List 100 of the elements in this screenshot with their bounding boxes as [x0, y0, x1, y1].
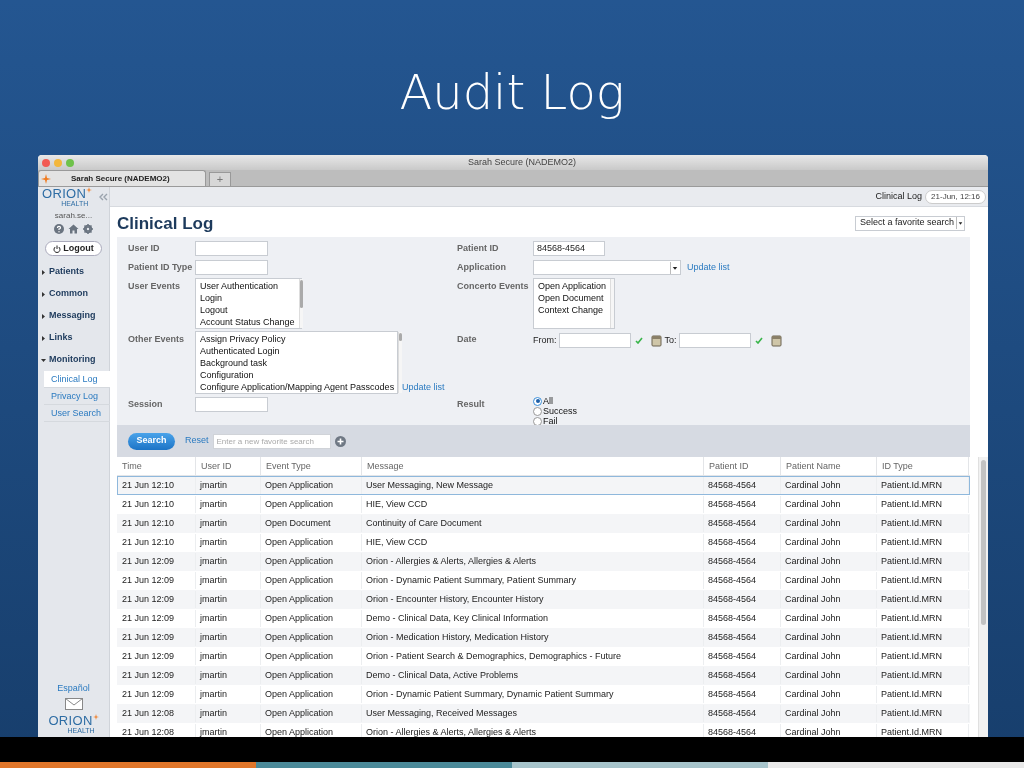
minimize-icon[interactable]	[54, 158, 62, 167]
radio-button[interactable]	[533, 406, 542, 416]
table-cell: Cardinal John	[781, 648, 877, 665]
text-field[interactable]	[195, 397, 268, 412]
table-cell: Cardinal John	[781, 496, 877, 513]
text-field[interactable]	[195, 241, 268, 256]
table-cell: 84568-4564	[704, 610, 781, 627]
list-option[interactable]: Authenticated Login	[200, 345, 395, 357]
list-option[interactable]: Configuration	[200, 369, 395, 381]
close-icon[interactable]	[42, 158, 50, 167]
scrollbar[interactable]	[398, 332, 403, 393]
list-option[interactable]: Configure Application/Mapping Agent Passcodes	[200, 381, 395, 393]
radio-button[interactable]	[533, 396, 542, 406]
table-cell: 21 Jun 12:09	[118, 572, 196, 589]
calendar-icon[interactable]	[770, 334, 782, 347]
table-row[interactable]: 21 Jun 12:10 jmartin Open Application User Messaging, New Message 84568-4564 Cardinal John Patient.Id.MRN	[117, 476, 970, 495]
nav-section[interactable]: Patients	[38, 261, 109, 283]
calendar-icon[interactable]	[650, 334, 662, 347]
event-listbox[interactable]: Open Application Open Document Context Change	[533, 278, 615, 329]
list-option[interactable]: Account Status Change	[200, 316, 295, 328]
zoom-icon[interactable]	[66, 158, 74, 167]
list-option[interactable]: Logout	[200, 304, 295, 316]
check-icon	[634, 337, 643, 344]
table-cell: jmartin	[196, 629, 261, 646]
table-cell: HIE, View CCD	[362, 496, 704, 513]
help-icon[interactable]	[54, 224, 64, 234]
field-label: Session	[128, 398, 164, 411]
language-link[interactable]: Español	[38, 681, 109, 695]
column-header[interactable]: Patient ID	[704, 457, 781, 475]
column-header[interactable]: Time	[117, 457, 196, 475]
scrollbar[interactable]	[610, 279, 615, 328]
nav-section[interactable]: Links	[38, 327, 109, 349]
table-cell: jmartin	[196, 553, 261, 570]
nav-section[interactable]: Monitoring	[38, 349, 109, 371]
field-label: User ID	[128, 242, 161, 255]
scrollbar[interactable]	[298, 279, 303, 328]
radio-label: Fail	[543, 416, 558, 426]
field-label: Patient ID	[457, 242, 500, 255]
power-icon	[53, 244, 62, 253]
event-listbox[interactable]: User Authentication Login Logout Account Status Change	[195, 278, 302, 329]
table-cell: Demo - Clinical Data, Key Clinical Information	[362, 610, 704, 627]
home-icon[interactable]	[68, 224, 79, 234]
caret-right-icon	[41, 335, 46, 341]
table-cell: HIE, View CCD	[362, 534, 704, 551]
update-list-link[interactable]: Update list	[687, 260, 730, 275]
page-title: Clinical Log	[117, 214, 214, 232]
list-option[interactable]: Open Document	[538, 292, 607, 304]
table-cell: User Messaging, New Message	[362, 477, 704, 494]
nav-item[interactable]: Clinical Log	[44, 371, 110, 388]
text-field[interactable]: 84568-4564	[533, 241, 605, 256]
collapse-icon[interactable]	[98, 193, 109, 201]
scrollbar[interactable]	[978, 457, 988, 737]
list-option[interactable]: Login	[200, 292, 295, 304]
browser-tab[interactable]: Sarah Secure (NADEMO2)	[38, 170, 206, 186]
update-list-link[interactable]: Update list	[402, 380, 445, 394]
list-option[interactable]: Background task	[200, 357, 395, 369]
to-date-field[interactable]	[678, 333, 751, 348]
table-cell: Open Application	[261, 705, 362, 722]
column-header[interactable]: Message	[362, 457, 704, 475]
table-cell: Open Application	[261, 686, 362, 703]
list-option[interactable]: Context Change	[538, 304, 607, 316]
column-header[interactable]: Patient Name	[781, 457, 877, 475]
table-row[interactable]: 21 Jun 12:09 jmartin Open Application Demo - Clinical Data, Active Problems 84568-4564 Cardinal John Patient.Id.MRN	[117, 666, 970, 685]
column-header[interactable]: User ID	[196, 457, 261, 475]
nav-item[interactable]: User Search	[44, 405, 110, 422]
table-cell: 21 Jun 12:09	[118, 591, 196, 608]
logo-text: ORION	[48, 714, 93, 727]
table-row[interactable]: 21 Jun 12:09 jmartin Open Application Orion - Medication History, Medication History 84568-4564 Cardinal John Patient.Id.MRN	[117, 628, 970, 647]
list-option[interactable]: Assign Privacy Policy	[200, 333, 395, 345]
table-row[interactable]: 21 Jun 12:09 jmartin Open Application Orion - Encounter History, Encounter History 84568-4564 Cardinal John Patient.Id.MRN	[117, 590, 970, 609]
logout-button[interactable]: Logout	[45, 241, 102, 256]
table-row[interactable]: 21 Jun 12:10 jmartin Open Document Continuity of Care Document 84568-4564 Cardinal John Patient.Id.MRN	[117, 514, 970, 533]
envelope-icon[interactable]	[64, 698, 83, 710]
from-date-field[interactable]	[558, 333, 631, 348]
column-header[interactable]: Event Type	[261, 457, 362, 475]
table-cell: 21 Jun 12:09	[118, 686, 196, 703]
table-cell: Cardinal John	[781, 667, 877, 684]
star-icon	[41, 173, 51, 184]
table-cell: Open Document	[261, 515, 362, 532]
column-header[interactable]: ID Type	[877, 457, 969, 475]
favorite-search-select[interactable]: Select a favorite search	[854, 215, 965, 231]
table-cell: Patient.Id.MRN	[877, 515, 969, 532]
to-label: To:	[664, 333, 677, 347]
settings-icon[interactable]	[83, 224, 93, 234]
add-icon[interactable]	[334, 435, 346, 447]
table-cell: Open Application	[261, 629, 362, 646]
text-field[interactable]	[195, 260, 268, 275]
nav-section[interactable]: Messaging	[38, 305, 109, 327]
dropdown-field[interactable]	[533, 260, 681, 275]
table-cell: Open Application	[261, 477, 362, 494]
table-cell: Orion - Encounter History, Encounter History	[362, 591, 704, 608]
nav-item[interactable]: Privacy Log	[44, 388, 110, 405]
table-cell: 84568-4564	[704, 572, 781, 589]
table-cell: 84568-4564	[704, 515, 781, 532]
nav-section[interactable]: Common	[38, 283, 109, 305]
table-row[interactable]: 21 Jun 12:08 jmartin Open Application User Messaging, Received Messages 84568-4564 Cardinal John Patient.Id.MRN	[117, 704, 970, 723]
list-option[interactable]: User Authentication	[200, 280, 295, 292]
favorite-name-field[interactable]: Enter a new favorite search	[212, 433, 331, 449]
list-option[interactable]: Open Application	[538, 280, 607, 292]
table-row[interactable]: 21 Jun 12:09 jmartin Open Application Orion - Allergies & Alerts, Allergies & Alerts 84568-4564 Cardinal John Patient.Id.MRN	[117, 552, 970, 571]
